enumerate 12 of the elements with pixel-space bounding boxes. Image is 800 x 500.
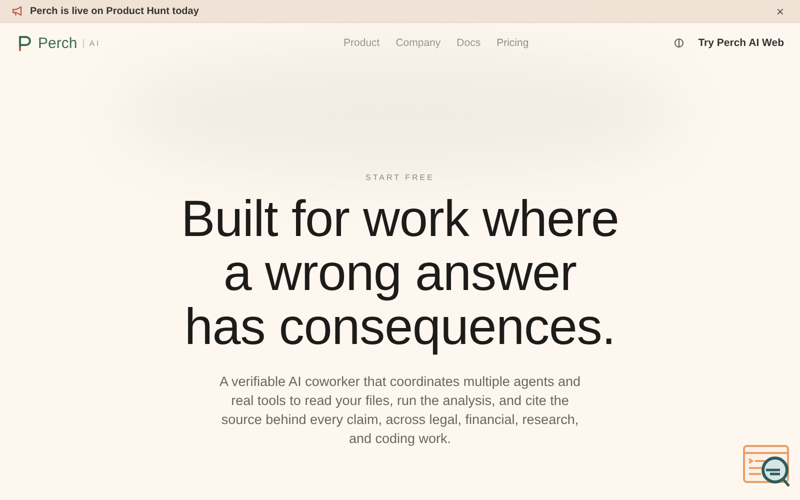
brand-name[interactable]: Perch xyxy=(38,34,78,52)
megaphone-icon xyxy=(12,6,24,16)
eyebrow-label: START FREE xyxy=(366,173,434,182)
theme-toggle-icon[interactable] xyxy=(674,38,684,48)
brand-tag: AI xyxy=(83,38,101,48)
headline: Built for work where a wrong answer has consequences. xyxy=(181,192,619,354)
close-button[interactable]: × xyxy=(772,4,788,18)
try-web-link[interactable]: Try Perch AI Web xyxy=(698,37,784,49)
logo-icon[interactable] xyxy=(18,34,32,52)
hero-description: A verifiable AI coworker that coordinates multiple agents and real tools to read your files, run the analysis, and cite the source behind every claim, across legal, financial, research, and coding work. xyxy=(219,373,581,448)
banner-text[interactable]: Perch is live on Product Hunt today xyxy=(30,6,766,16)
nav-link[interactable]: Pricing xyxy=(496,37,529,49)
